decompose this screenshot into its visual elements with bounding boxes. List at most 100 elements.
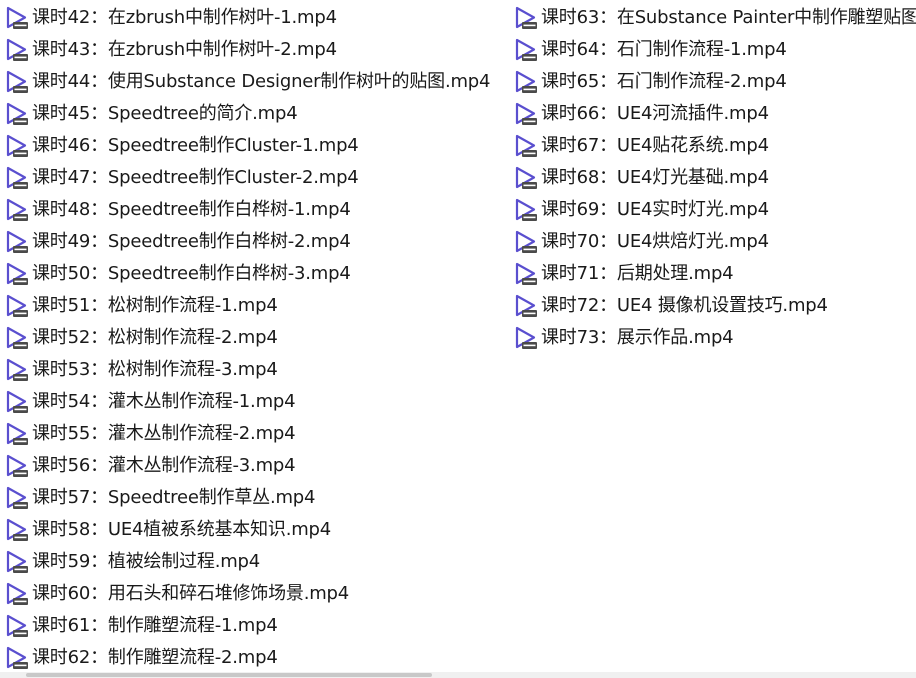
- file-item[interactable]: 课时61：制作雕塑流程-1.mp4: [4, 610, 504, 642]
- file-name: 课时43：在zbrush中制作树叶-2.mp4: [32, 39, 337, 60]
- file-item[interactable]: 课时67：UE4贴花系统.mp4: [513, 130, 916, 162]
- file-item[interactable]: 课时71：后期处理.mp4: [513, 258, 916, 290]
- file-item[interactable]: 课时65：石门制作流程-2.mp4: [513, 66, 916, 98]
- file-name: 课时70：UE4烘焙灯光.mp4: [541, 231, 769, 252]
- file-item[interactable]: 课时52：松树制作流程-2.mp4: [4, 322, 504, 354]
- file-item[interactable]: 课时73：展示作品.mp4: [513, 322, 916, 354]
- video-file-icon: [513, 229, 539, 255]
- file-item[interactable]: 课时47：Speedtree制作Cluster-2.mp4: [4, 162, 504, 194]
- file-name: 课时57：Speedtree制作草丛.mp4: [32, 487, 316, 508]
- video-file-icon: [4, 133, 30, 159]
- file-item[interactable]: 课时51：松树制作流程-1.mp4: [4, 290, 504, 322]
- file-name: 课时45：Speedtree的简介.mp4: [32, 103, 298, 124]
- file-item[interactable]: 课时72：UE4 摄像机设置技巧.mp4: [513, 290, 916, 322]
- file-name: 课时63：在Substance Painter中制作雕塑贴图: [541, 7, 916, 28]
- file-name: 课时65：石门制作流程-2.mp4: [541, 71, 787, 92]
- file-item[interactable]: 课时69：UE4实时灯光.mp4: [513, 194, 916, 226]
- file-item[interactable]: 课时70：UE4烘焙灯光.mp4: [513, 226, 916, 258]
- video-file-icon: [4, 69, 30, 95]
- file-name: 课时52：松树制作流程-2.mp4: [32, 327, 278, 348]
- file-name: 课时49：Speedtree制作白桦树-2.mp4: [32, 231, 351, 252]
- file-name: 课时44：使用Substance Designer制作树叶的贴图.mp4: [32, 71, 491, 92]
- file-column-right: 课时63：在Substance Painter中制作雕塑贴图 课时64：石门制作流…: [513, 2, 916, 354]
- video-file-icon: [513, 5, 539, 31]
- file-name: 课时53：松树制作流程-3.mp4: [32, 359, 278, 380]
- file-name: 课时47：Speedtree制作Cluster-2.mp4: [32, 167, 359, 188]
- file-name: 课时69：UE4实时灯光.mp4: [541, 199, 769, 220]
- file-name: 课时68：UE4灯光基础.mp4: [541, 167, 769, 188]
- video-file-icon: [513, 197, 539, 223]
- file-name: 课时71：后期处理.mp4: [541, 263, 734, 284]
- file-name: 课时48：Speedtree制作白桦树-1.mp4: [32, 199, 351, 220]
- video-file-icon: [4, 613, 30, 639]
- file-item[interactable]: 课时64：石门制作流程-1.mp4: [513, 34, 916, 66]
- file-name: 课时42：在zbrush中制作树叶-1.mp4: [32, 7, 337, 28]
- video-file-icon: [4, 325, 30, 351]
- file-name: 课时61：制作雕塑流程-1.mp4: [32, 615, 278, 636]
- video-file-icon: [4, 517, 30, 543]
- video-file-icon: [4, 101, 30, 127]
- file-name: 课时46：Speedtree制作Cluster-1.mp4: [32, 135, 359, 156]
- video-file-icon: [4, 261, 30, 287]
- file-item[interactable]: 课时60：用石头和碎石堆修饰场景.mp4: [4, 578, 504, 610]
- video-file-icon: [513, 325, 539, 351]
- video-file-icon: [513, 101, 539, 127]
- horizontal-scrollbar[interactable]: [0, 672, 916, 678]
- file-item[interactable]: 课时59：植被绘制过程.mp4: [4, 546, 504, 578]
- video-file-icon: [513, 261, 539, 287]
- file-item[interactable]: 课时55：灌木丛制作流程-2.mp4: [4, 418, 504, 450]
- video-file-icon: [4, 357, 30, 383]
- video-file-icon: [513, 37, 539, 63]
- file-name: 课时72：UE4 摄像机设置技巧.mp4: [541, 295, 828, 316]
- file-item[interactable]: 课时68：UE4灯光基础.mp4: [513, 162, 916, 194]
- video-file-icon: [4, 229, 30, 255]
- file-name: 课时67：UE4贴花系统.mp4: [541, 135, 769, 156]
- file-name: 课时73：展示作品.mp4: [541, 327, 734, 348]
- video-file-icon: [4, 549, 30, 575]
- file-item[interactable]: 课时56：灌木丛制作流程-3.mp4: [4, 450, 504, 482]
- file-name: 课时59：植被绘制过程.mp4: [32, 551, 261, 572]
- file-name: 课时55：灌木丛制作流程-2.mp4: [32, 423, 296, 444]
- video-file-icon: [4, 389, 30, 415]
- video-file-icon: [4, 293, 30, 319]
- video-file-icon: [513, 165, 539, 191]
- file-item[interactable]: 课时66：UE4河流插件.mp4: [513, 98, 916, 130]
- file-column-left: 课时42：在zbrush中制作树叶-1.mp4 课时43：在zbrush中制作树叶…: [4, 2, 504, 674]
- video-file-icon: [4, 165, 30, 191]
- file-item[interactable]: 课时50：Speedtree制作白桦树-3.mp4: [4, 258, 504, 290]
- video-file-icon: [4, 453, 30, 479]
- file-item[interactable]: 课时45：Speedtree的简介.mp4: [4, 98, 504, 130]
- file-item[interactable]: 课时62：制作雕塑流程-2.mp4: [4, 642, 504, 674]
- video-file-icon: [4, 421, 30, 447]
- video-file-icon: [513, 133, 539, 159]
- file-name: 课时51：松树制作流程-1.mp4: [32, 295, 278, 316]
- file-item[interactable]: 课时63：在Substance Painter中制作雕塑贴图: [513, 2, 916, 34]
- video-file-icon: [4, 581, 30, 607]
- file-item[interactable]: 课时58：UE4植被系统基本知识.mp4: [4, 514, 504, 546]
- scrollbar-thumb[interactable]: [26, 673, 432, 677]
- video-file-icon: [4, 5, 30, 31]
- file-item[interactable]: 课时42：在zbrush中制作树叶-1.mp4: [4, 2, 504, 34]
- video-file-icon: [513, 293, 539, 319]
- video-file-icon: [4, 37, 30, 63]
- file-item[interactable]: 课时54：灌木丛制作流程-1.mp4: [4, 386, 504, 418]
- video-file-icon: [4, 197, 30, 223]
- file-item[interactable]: 课时43：在zbrush中制作树叶-2.mp4: [4, 34, 504, 66]
- file-name: 课时50：Speedtree制作白桦树-3.mp4: [32, 263, 351, 284]
- file-list: 课时42：在zbrush中制作树叶-1.mp4 课时43：在zbrush中制作树叶…: [0, 0, 916, 678]
- video-file-icon: [4, 485, 30, 511]
- file-name: 课时64：石门制作流程-1.mp4: [541, 39, 787, 60]
- file-name: 课时58：UE4植被系统基本知识.mp4: [32, 519, 332, 540]
- video-file-icon: [513, 69, 539, 95]
- file-item[interactable]: 课时53：松树制作流程-3.mp4: [4, 354, 504, 386]
- file-item[interactable]: 课时46：Speedtree制作Cluster-1.mp4: [4, 130, 504, 162]
- file-name: 课时66：UE4河流插件.mp4: [541, 103, 769, 124]
- file-item[interactable]: 课时44：使用Substance Designer制作树叶的贴图.mp4: [4, 66, 504, 98]
- file-item[interactable]: 课时48：Speedtree制作白桦树-1.mp4: [4, 194, 504, 226]
- file-name: 课时54：灌木丛制作流程-1.mp4: [32, 391, 296, 412]
- file-name: 课时62：制作雕塑流程-2.mp4: [32, 647, 278, 668]
- file-item[interactable]: 课时49：Speedtree制作白桦树-2.mp4: [4, 226, 504, 258]
- file-name: 课时60：用石头和碎石堆修饰场景.mp4: [32, 583, 350, 604]
- file-item[interactable]: 课时57：Speedtree制作草丛.mp4: [4, 482, 504, 514]
- file-name: 课时56：灌木丛制作流程-3.mp4: [32, 455, 296, 476]
